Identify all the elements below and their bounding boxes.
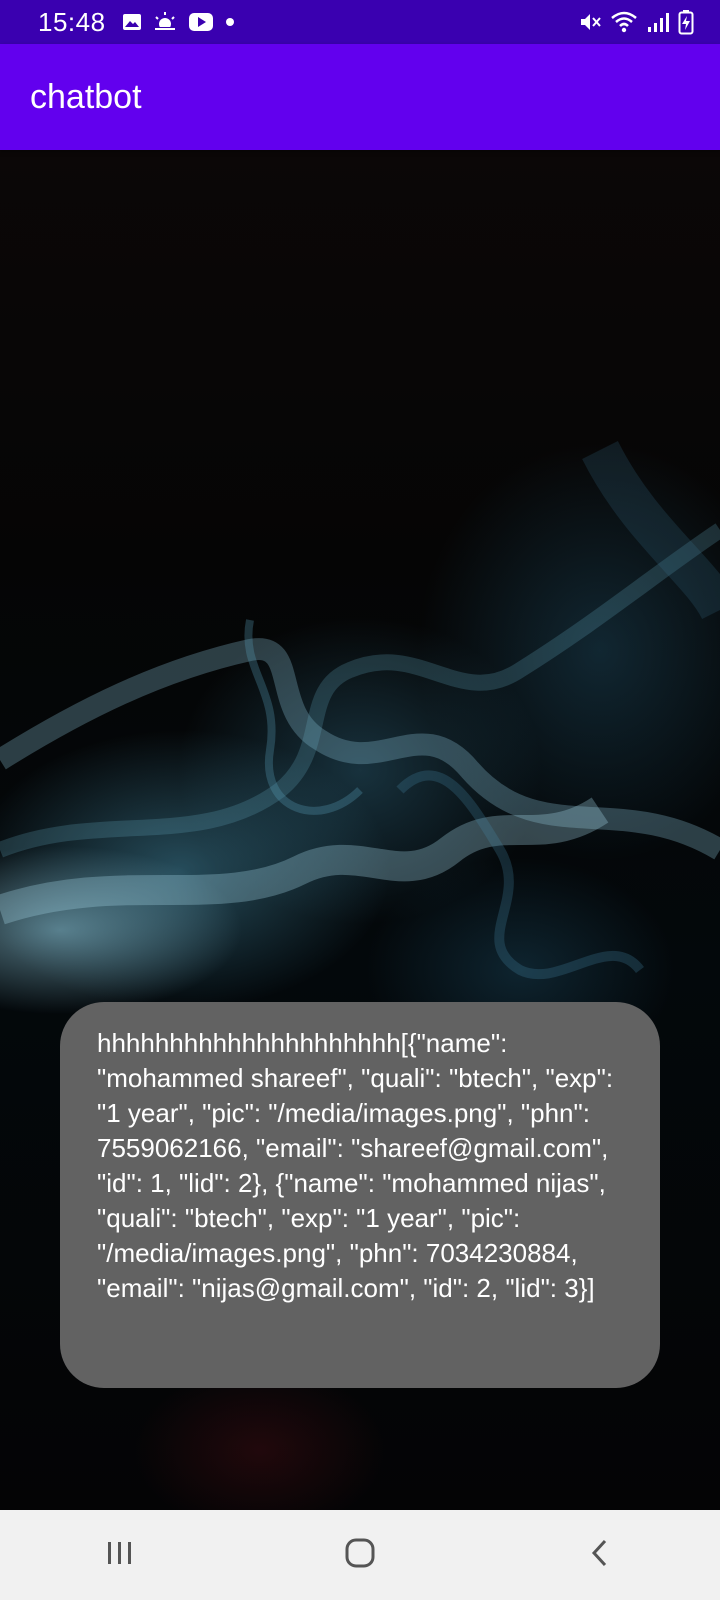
signal-icon xyxy=(646,11,670,33)
status-time: 15:48 xyxy=(38,6,106,37)
chat-message-text: hhhhhhhhhhhhhhhhhhhhh[{"name": "mohammed… xyxy=(97,1028,614,1303)
weather-icon xyxy=(152,11,178,33)
status-left-icons xyxy=(122,11,236,33)
chat-message-bubble: hhhhhhhhhhhhhhhhhhhhh[{"name": "mohammed… xyxy=(60,1002,660,1388)
back-button[interactable] xyxy=(540,1510,660,1600)
chatbot-screen: 15:48 chatbot hhhhhhhhhhhhhhhhhhhhh[{"na… xyxy=(0,0,720,1600)
wifi-icon xyxy=(610,10,638,34)
app-bar: chatbot xyxy=(0,44,720,150)
navigation-bar xyxy=(0,1510,720,1600)
youtube-icon xyxy=(188,12,214,32)
notification-dot-icon xyxy=(224,16,236,28)
back-icon xyxy=(588,1537,612,1574)
home-icon xyxy=(344,1537,376,1574)
home-button[interactable] xyxy=(300,1510,420,1600)
battery-charging-icon xyxy=(678,9,694,35)
status-right-icons xyxy=(578,9,694,35)
mute-icon xyxy=(578,10,602,34)
app-title: chatbot xyxy=(30,77,142,116)
recent-apps-icon xyxy=(105,1539,135,1572)
gallery-icon xyxy=(122,12,142,32)
recent-apps-button[interactable] xyxy=(60,1510,180,1600)
status-bar: 15:48 xyxy=(0,0,720,44)
